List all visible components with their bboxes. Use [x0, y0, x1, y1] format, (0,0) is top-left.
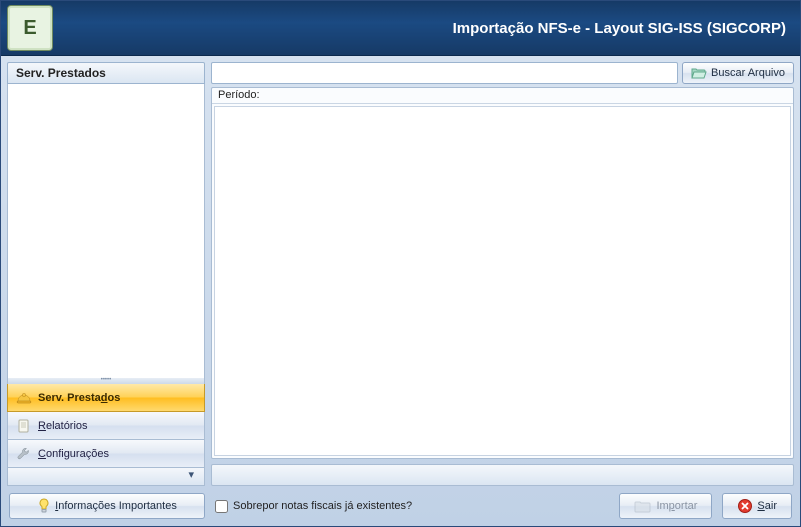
app-window: E Importação NFS-e - Layout SIG-ISS (SIG… [0, 0, 801, 527]
report-icon [16, 418, 32, 434]
sidebar-item-label: Relatórios [38, 420, 88, 432]
sidebar-item-label: Configurações [38, 448, 109, 460]
file-row: Buscar Arquivo [211, 62, 794, 84]
titlebar: E Importação NFS-e - Layout SIG-ISS (SIG… [1, 1, 800, 56]
folder-import-icon [634, 498, 652, 514]
sidebar-body [7, 84, 205, 378]
exit-button[interactable]: Sair [722, 493, 792, 519]
browse-file-button[interactable]: Buscar Arquivo [682, 62, 794, 84]
info-button-label: Informações Importantes [55, 500, 177, 512]
status-bar [211, 464, 794, 486]
sidebar-item-label: Serv. Prestados [38, 392, 120, 404]
main-panel: Buscar Arquivo Período: [211, 62, 794, 486]
periodo-label: Período: [212, 88, 793, 104]
hardhat-icon [16, 390, 32, 406]
file-path-input[interactable] [211, 62, 678, 84]
import-button-label: Importar [656, 500, 697, 512]
sidebar-item-configuracoes[interactable]: Configurações [7, 440, 205, 468]
sidebar-item-serv-prestados[interactable]: Serv. Prestados [7, 384, 205, 412]
sidebar-overflow-button[interactable]: ▾ [7, 468, 205, 486]
import-button[interactable]: Importar [619, 493, 712, 519]
browse-file-label: Buscar Arquivo [711, 67, 785, 79]
periodo-panel: Período: [211, 87, 794, 459]
periodo-list[interactable] [214, 106, 791, 456]
app-logo-icon: E [7, 5, 53, 51]
sidebar-header: Serv. Prestados [7, 62, 205, 84]
lightbulb-icon [37, 498, 51, 514]
wrench-icon [16, 446, 32, 462]
exit-button-label: Sair [757, 500, 777, 512]
content-area: Serv. Prestados ••••• Serv. Prestados [1, 56, 800, 486]
overwrite-label: Sobrepor notas fiscais já existentes? [233, 500, 412, 512]
sidebar: Serv. Prestados ••••• Serv. Prestados [7, 62, 205, 486]
chevron-down-icon: ▾ [188, 469, 194, 481]
sidebar-item-relatorios[interactable]: Relatórios [7, 412, 205, 440]
close-icon [737, 498, 753, 514]
overwrite-checkbox[interactable] [215, 500, 228, 513]
app-logo-letter: E [23, 17, 36, 40]
folder-open-icon [691, 66, 707, 80]
overwrite-checkbox-wrap[interactable]: Sobrepor notas fiscais já existentes? [215, 500, 412, 513]
window-title: Importação NFS-e - Layout SIG-ISS (SIGCO… [53, 20, 786, 37]
bottom-bar: Informações Importantes Sobrepor notas f… [1, 486, 800, 526]
info-button[interactable]: Informações Importantes [9, 493, 205, 519]
